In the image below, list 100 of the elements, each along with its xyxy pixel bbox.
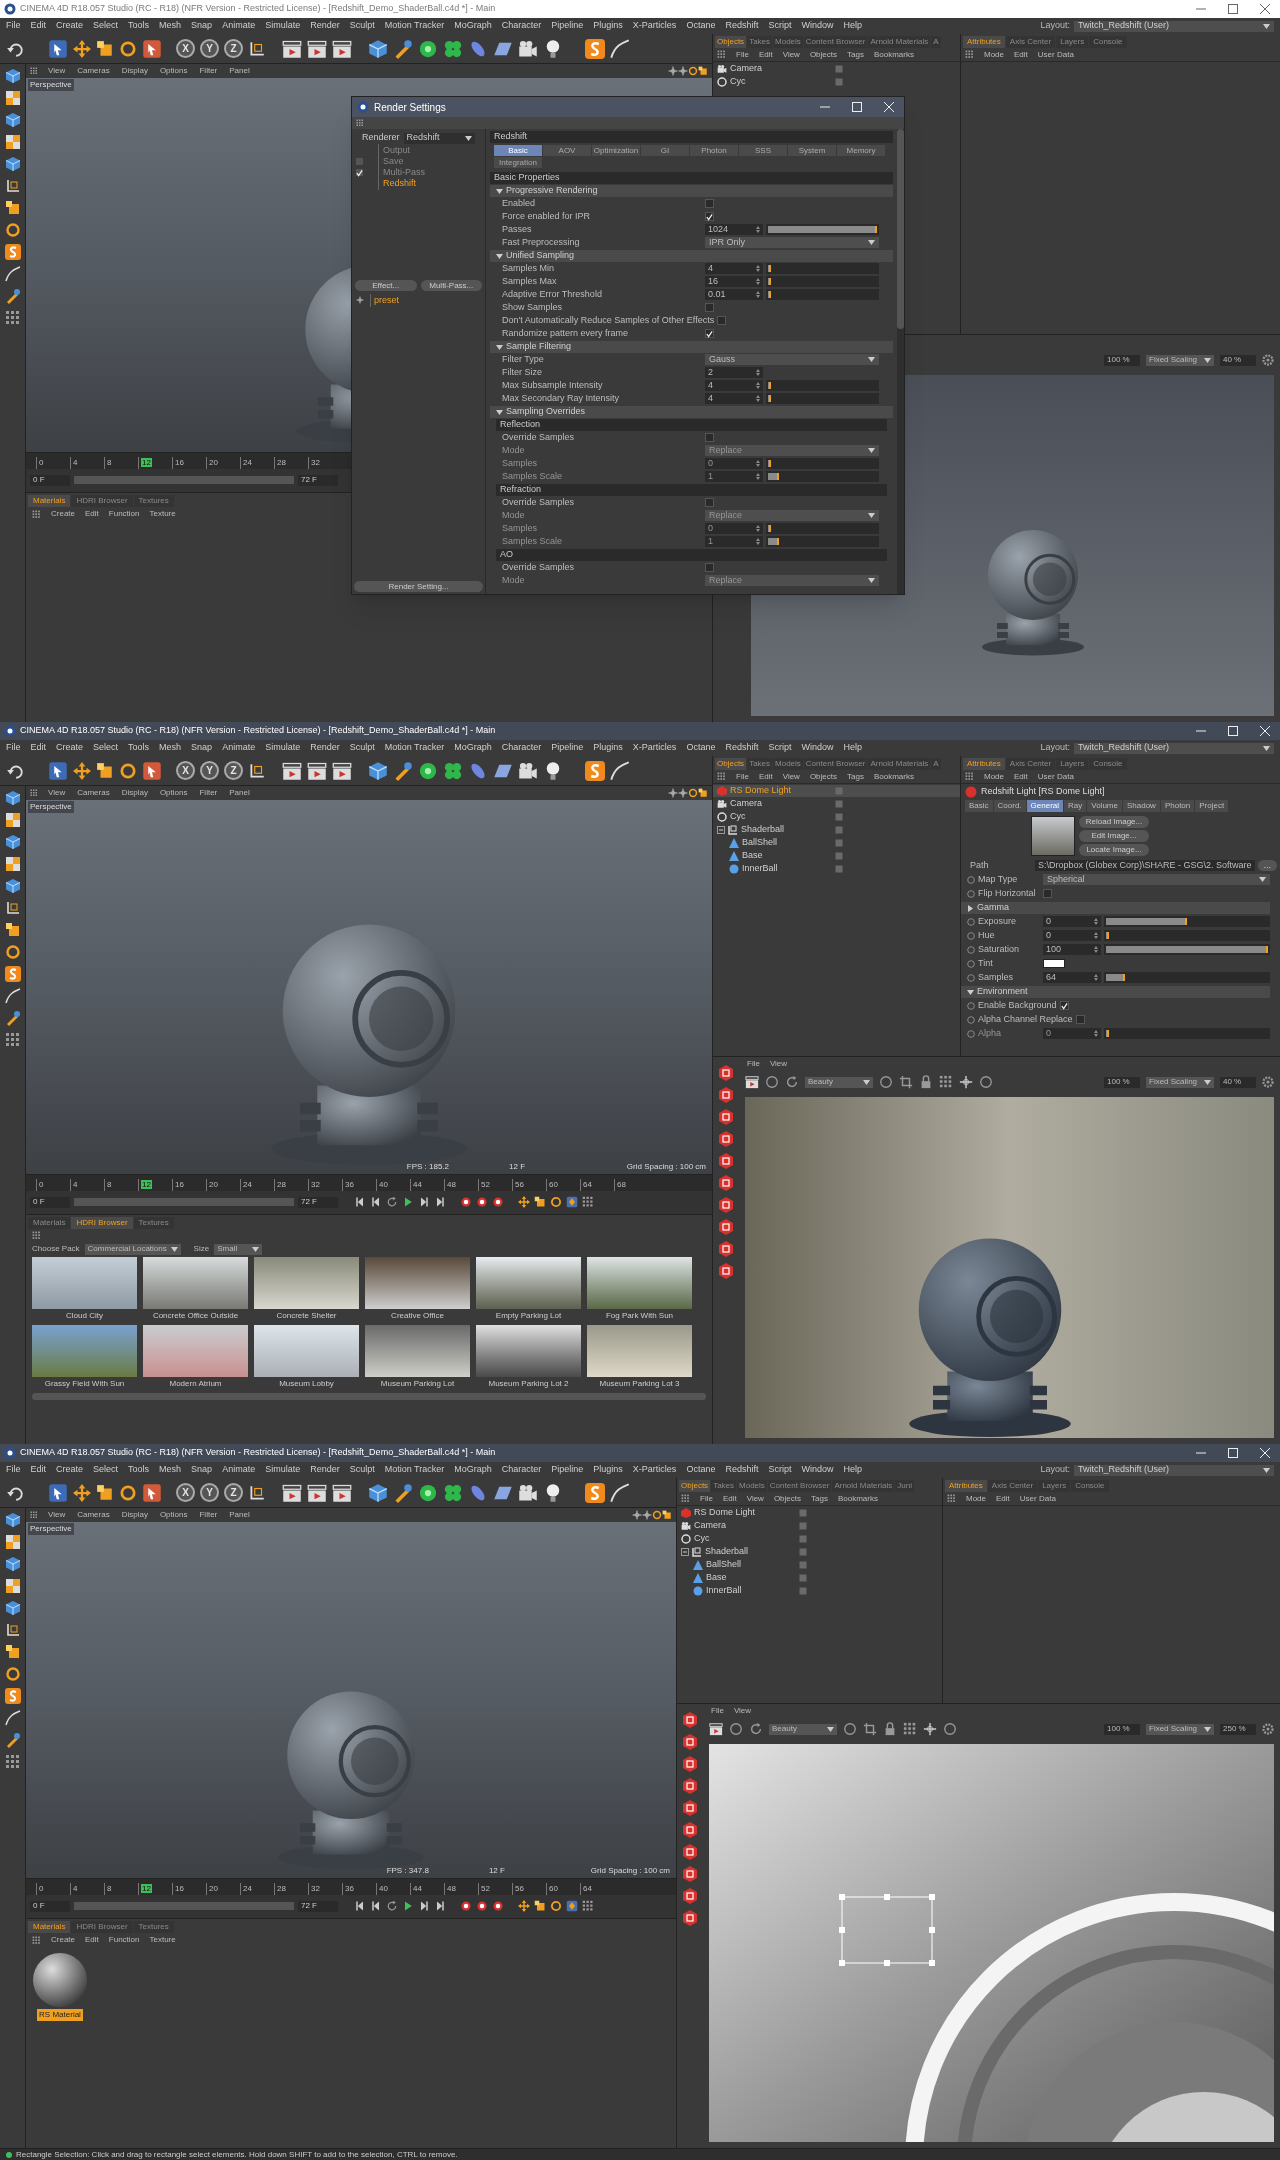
object-name[interactable]: Shaderball — [741, 823, 785, 837]
render-icon[interactable] — [682, 1800, 698, 1816]
menu-item[interactable]: File — [711, 1705, 724, 1717]
play-icon[interactable] — [402, 1196, 414, 1208]
grid-icon[interactable] — [582, 1196, 594, 1208]
view-navigation-icon[interactable] — [642, 1510, 652, 1520]
3d-viewport[interactable]: Perspective FPS : 347.8 12 F Grid Spacing : 100 cm — [26, 1522, 676, 1878]
view-navigation-icon[interactable] — [668, 66, 678, 76]
cursor-icon[interactable] — [48, 1482, 68, 1503]
menu-item[interactable]: View — [733, 1705, 752, 1717]
menu-item[interactable]: Help — [843, 19, 862, 33]
close-icon[interactable] — [1260, 4, 1270, 14]
record-icon[interactable] — [492, 1196, 504, 1208]
render-icon[interactable] — [682, 1866, 698, 1882]
hdri-tile[interactable]: Museum Parking Lot — [365, 1325, 470, 1391]
spinner-icon[interactable] — [1094, 974, 1098, 981]
maximize-icon[interactable] — [1228, 4, 1238, 14]
keyframe-icon[interactable] — [566, 1900, 578, 1912]
timeline-ruler[interactable]: 0 4 8 12 16 20 24 28 32 36 40 44 48 52 56 60 64 — [26, 1879, 676, 1895]
checkbox[interactable] — [717, 316, 727, 325]
spinner-icon[interactable] — [756, 369, 760, 376]
grid-icon[interactable] — [30, 1511, 38, 1519]
panel-tab[interactable]: Axis Center — [1005, 36, 1056, 48]
grid-icon[interactable] — [4, 1032, 21, 1048]
menu-item[interactable]: File — [6, 19, 21, 33]
menu-item[interactable]: View — [769, 1058, 788, 1070]
settings-icon[interactable] — [1262, 1723, 1274, 1735]
step-forward-icon[interactable] — [418, 1196, 430, 1208]
checkbox[interactable] — [705, 303, 714, 312]
menu-item[interactable]: Snap — [191, 19, 213, 33]
menu-item[interactable]: Bookmarks — [873, 48, 914, 61]
menu-item[interactable]: Render — [310, 1463, 340, 1477]
object-name[interactable]: Camera — [694, 1519, 726, 1533]
hdri-tile[interactable]: Modern Atrium — [143, 1325, 248, 1391]
axis-button[interactable]: Z — [224, 1483, 243, 1502]
menu-item[interactable]: Edit — [30, 741, 47, 755]
hdri-tile[interactable]: Fog Park With Sun — [587, 1257, 692, 1323]
move-icon[interactable] — [518, 1196, 530, 1208]
menu-item[interactable]: Window — [801, 741, 834, 755]
grid-icon[interactable] — [947, 1494, 956, 1503]
scaling-dropdown[interactable]: Fixed Scaling — [1146, 354, 1214, 366]
camera-icon[interactable] — [518, 38, 538, 59]
clover-icon[interactable] — [443, 760, 463, 781]
scale-icon[interactable] — [698, 788, 708, 798]
panel-tab[interactable]: A — [931, 758, 941, 770]
menu-item[interactable]: Options — [159, 1509, 188, 1521]
spinner-icon[interactable] — [756, 291, 760, 298]
object-name[interactable]: BallShell — [706, 1558, 742, 1572]
number-field[interactable]: 4 — [705, 263, 763, 274]
hdri-tile[interactable]: Grassy Field With Sun — [32, 1325, 137, 1391]
menu-item[interactable]: Simulate — [265, 19, 301, 33]
cube-icon[interactable] — [4, 112, 21, 128]
object-name[interactable]: BallShell — [742, 836, 778, 850]
grid-icon[interactable] — [32, 509, 41, 519]
pack-dropdown[interactable]: Commercial Locations — [84, 1243, 181, 1255]
settings-tab[interactable]: Integration — [494, 157, 542, 168]
dialog-button[interactable]: Multi-Pass... — [420, 280, 482, 292]
record-icon[interactable] — [460, 1196, 472, 1208]
clover-icon[interactable] — [443, 1482, 463, 1503]
menu-item[interactable]: Edit — [85, 508, 99, 520]
coordinate-system-icon[interactable] — [4, 178, 21, 194]
panel-tab[interactable]: Objects — [679, 1480, 711, 1492]
menu-item[interactable]: User Data — [1037, 48, 1074, 61]
menu-item[interactable]: Render — [310, 19, 340, 33]
spinner-icon[interactable] — [1094, 946, 1098, 953]
menu-item[interactable]: Pipeline — [551, 1463, 584, 1477]
panel-tab[interactable]: Layers — [1056, 36, 1089, 48]
number-field[interactable]: 1024 — [705, 224, 763, 235]
grid-icon[interactable] — [965, 772, 974, 781]
panel-tab[interactable]: Materials — [28, 1921, 71, 1933]
refresh-icon[interactable] — [386, 1900, 398, 1912]
menu-item[interactable]: Help — [843, 741, 862, 755]
render-icon[interactable] — [718, 1197, 734, 1213]
collapse-icon[interactable] — [717, 826, 725, 834]
panel-tab[interactable]: HDRI Browser — [71, 1921, 133, 1933]
object-name[interactable]: RS Dome Light — [694, 1506, 756, 1520]
menu-item[interactable]: MoGraph — [454, 741, 492, 755]
range-slider[interactable] — [74, 1902, 294, 1910]
object-name[interactable]: Base — [706, 1571, 727, 1585]
group-header[interactable]: Environment — [961, 986, 1270, 998]
grid-icon[interactable] — [32, 1935, 41, 1945]
cube-icon[interactable] — [4, 834, 21, 850]
object-name[interactable]: InnerBall — [742, 862, 778, 876]
clapperboard-icon[interactable] — [282, 38, 302, 59]
menu-item[interactable]: Motion Tracker — [384, 1463, 445, 1477]
frame-field[interactable]: 0 F — [30, 1196, 70, 1208]
axis-button[interactable]: X — [176, 761, 195, 780]
menu-item[interactable]: Character — [501, 19, 542, 33]
settings-tab[interactable]: Optimization — [592, 145, 640, 156]
slider-track[interactable] — [766, 289, 879, 300]
panel-tab[interactable]: Materials — [28, 1217, 71, 1229]
menu-item[interactable]: File — [700, 1492, 713, 1505]
menu-item[interactable]: Motion Tracker — [384, 741, 445, 755]
settings-icon[interactable] — [1262, 1076, 1274, 1088]
render-icon[interactable] — [682, 1822, 698, 1838]
rotate-icon[interactable] — [688, 788, 698, 798]
settings-tab[interactable]: Memory — [837, 145, 885, 156]
hdri-tile[interactable]: Museum Parking Lot 3 — [587, 1325, 692, 1391]
panel-tab[interactable]: Attributes — [945, 1480, 987, 1492]
slider-track[interactable] — [766, 276, 879, 287]
